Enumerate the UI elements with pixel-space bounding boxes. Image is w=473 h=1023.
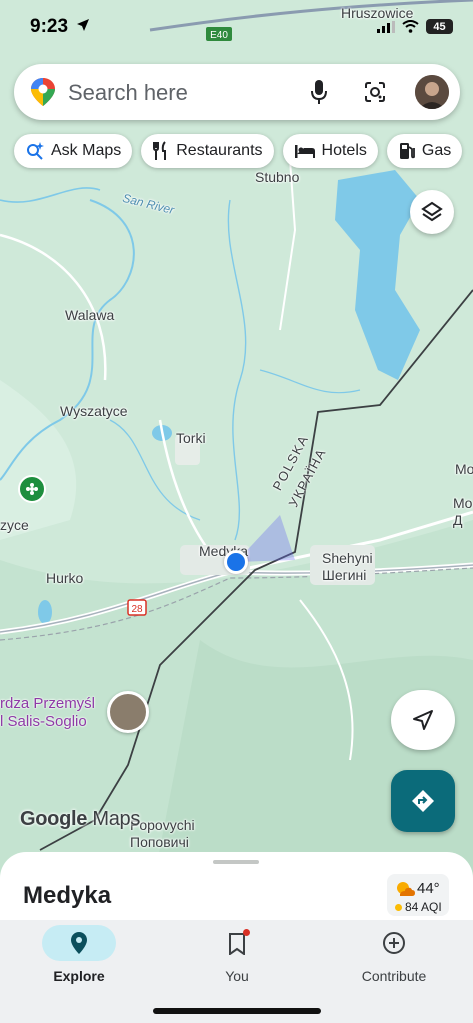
place-name: Medyka xyxy=(23,882,112,909)
nav-explore[interactable]: Explore xyxy=(0,920,158,1000)
poi-label-line1[interactable]: rdza Przemyśl xyxy=(0,695,95,712)
chip-ask-maps[interactable]: Ask Maps xyxy=(14,134,133,168)
label-right-mo-2: Mo xyxy=(453,495,473,511)
plus-circle-icon xyxy=(383,932,405,954)
google-maps-logo: Google Maps xyxy=(20,808,140,831)
aqi-dot-icon xyxy=(395,904,402,911)
category-chips: Ask Maps Restaurants Hotels Gas xyxy=(14,134,463,168)
profile-photo-icon xyxy=(415,75,449,109)
weather-chip[interactable]: 44° 84 AQI xyxy=(387,874,449,916)
location-pin-icon xyxy=(71,932,87,954)
label-zyce: zyce xyxy=(0,517,29,533)
nav-you[interactable]: You xyxy=(158,920,316,1000)
label-right-mo-1: Mo xyxy=(455,461,473,477)
nav-contribute[interactable]: Contribute xyxy=(315,920,473,1000)
nav-contribute-label: Contribute xyxy=(361,968,427,984)
poi-label-line2[interactable]: l Salis-Soglio xyxy=(0,713,87,730)
directions-button[interactable] xyxy=(391,770,455,832)
label-right-d: Д xyxy=(453,512,463,528)
mic-icon[interactable] xyxy=(310,79,328,105)
battery-icon: 45 xyxy=(426,19,453,34)
gas-pump-icon xyxy=(399,143,415,159)
label-hurko: Hurko xyxy=(46,570,84,586)
search-placeholder[interactable]: Search here xyxy=(68,80,188,106)
label-wyszatyce: Wyszatyce xyxy=(60,403,128,419)
bed-icon xyxy=(294,145,315,158)
sparkle-search-icon xyxy=(27,142,44,160)
sheet-drag-handle[interactable] xyxy=(213,860,259,864)
label-popovychi-uk: Поповичі xyxy=(130,834,189,850)
my-location-button[interactable] xyxy=(391,690,455,750)
location-arrow-icon xyxy=(77,19,90,31)
label-walawa: Walawa xyxy=(65,307,115,323)
layers-button[interactable] xyxy=(410,190,454,234)
maps-pin-logo-icon xyxy=(31,78,55,106)
chip-restaurants[interactable]: Restaurants xyxy=(141,134,274,168)
chip-ask-maps-label: Ask Maps xyxy=(51,142,122,159)
bookmark-icon xyxy=(229,933,245,955)
chip-hotels[interactable]: Hotels xyxy=(282,134,378,168)
nav-explore-label: Explore xyxy=(53,968,105,984)
logo-maps: Maps xyxy=(92,808,141,830)
avatar[interactable] xyxy=(415,75,449,109)
layers-icon xyxy=(421,201,443,222)
chip-restaurants-label: Restaurants xyxy=(176,142,263,159)
road-shield-28: 28 xyxy=(131,604,143,615)
cellular-icon xyxy=(377,20,395,33)
status-time-text: 9:23 xyxy=(30,16,69,37)
weather-aqi: 84 AQI xyxy=(405,900,442,914)
status-bar: 9:23 45 xyxy=(0,0,473,54)
label-shehyni-uk: Шегині xyxy=(322,567,367,583)
navigation-arrow-icon xyxy=(413,710,433,730)
directions-icon xyxy=(412,790,434,812)
wifi-icon xyxy=(402,20,419,33)
label-shehyni: Shehyni xyxy=(322,550,373,566)
label-torki: Torki xyxy=(176,430,206,446)
chip-gas[interactable]: Gas xyxy=(386,134,463,168)
lens-camera-icon[interactable] xyxy=(363,80,387,104)
user-location-dot xyxy=(224,550,248,574)
weather-temp: 44° xyxy=(417,880,440,897)
chip-hotels-label: Hotels xyxy=(321,142,367,159)
label-stubno: Stubno xyxy=(255,169,300,185)
partly-sunny-icon xyxy=(397,882,415,896)
park-poi-marker[interactable] xyxy=(18,475,46,503)
logo-google: Google xyxy=(20,808,88,830)
search-bar[interactable]: Search here xyxy=(14,64,460,120)
flower-icon xyxy=(26,483,38,495)
notification-dot xyxy=(243,929,250,936)
status-time: 9:23 xyxy=(30,16,90,38)
chip-gas-label: Gas xyxy=(421,142,452,159)
fork-knife-icon xyxy=(153,141,167,160)
nav-you-label: You xyxy=(225,968,249,984)
poi-photo-marker[interactable] xyxy=(107,691,149,733)
home-indicator[interactable] xyxy=(153,1008,321,1014)
